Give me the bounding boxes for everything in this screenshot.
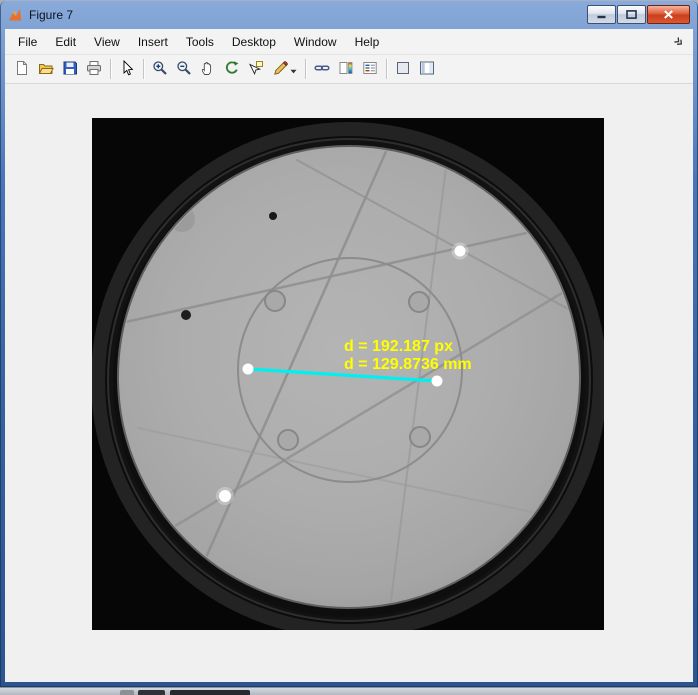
menu-view[interactable]: View [85, 31, 129, 53]
close-button[interactable] [647, 5, 690, 24]
open-folder-icon [38, 60, 54, 79]
ct-image-axes[interactable]: d = 192.187 px d = 129.8736 mm [92, 118, 604, 630]
arrow-cursor-icon [119, 60, 135, 79]
save-icon [62, 60, 78, 79]
save-figure-button[interactable] [58, 58, 82, 81]
toolbar-separator [386, 59, 387, 79]
legend-icon [362, 60, 378, 79]
menu-overflow-chevron-icon[interactable] [672, 34, 686, 48]
dark-marker-dot [181, 310, 191, 320]
minimize-button[interactable] [587, 5, 616, 24]
distance-px-label: d = 192.187 px [344, 338, 453, 355]
printer-icon [86, 60, 102, 79]
menu-bar: File Edit View Insert Tools Desktop Wind… [5, 29, 693, 55]
maximize-button[interactable] [617, 5, 646, 24]
show-plot-tools-button[interactable] [415, 58, 439, 81]
window-title: Figure 7 [29, 8, 73, 22]
measurement-endpoint-right[interactable] [432, 376, 443, 387]
taskbar-item[interactable] [120, 690, 134, 695]
pan-button[interactable] [196, 58, 220, 81]
menu-window[interactable]: Window [285, 31, 346, 53]
window-client-area: File Edit View Insert Tools Desktop Wind… [5, 29, 693, 682]
taskbar-sliver [0, 687, 698, 695]
link-plot-button[interactable] [310, 58, 334, 81]
zoom-in-icon [152, 60, 168, 79]
toolbar [5, 55, 693, 84]
maximize-icon [626, 7, 637, 22]
show-plot-tools-icon [419, 60, 435, 79]
brush-dropdown-caret-icon[interactable] [290, 62, 297, 77]
menu-edit[interactable]: Edit [46, 31, 85, 53]
zoom-out-button[interactable] [172, 58, 196, 81]
taskbar-item[interactable] [138, 690, 165, 695]
menu-help[interactable]: Help [346, 31, 389, 53]
chain-link-icon [314, 60, 330, 79]
open-file-button[interactable] [34, 58, 58, 81]
ct-scan-image[interactable]: d = 192.187 px d = 129.8736 mm [92, 118, 604, 630]
edit-plot-button[interactable] [115, 58, 139, 81]
data-cursor-button[interactable] [244, 58, 268, 81]
new-figure-icon [14, 60, 30, 79]
dark-marker-dot [269, 212, 277, 220]
brush-icon [273, 60, 289, 79]
zoom-in-button[interactable] [148, 58, 172, 81]
hide-plot-tools-button[interactable] [391, 58, 415, 81]
hide-plot-tools-icon [395, 60, 411, 79]
window-controls [587, 5, 690, 24]
minimize-icon [596, 7, 607, 22]
figure-canvas: d = 192.187 px d = 129.8736 mm [5, 84, 693, 682]
hand-icon [200, 60, 216, 79]
close-icon [663, 7, 674, 22]
menu-tools[interactable]: Tools [177, 31, 223, 53]
titlebar[interactable]: Figure 7 [0, 0, 698, 29]
zoom-out-icon [176, 60, 192, 79]
colorbar-icon [338, 60, 354, 79]
toolbar-separator [110, 59, 111, 79]
insert-legend-button[interactable] [358, 58, 382, 81]
menu-insert[interactable]: Insert [129, 31, 177, 53]
desktop: Figure 7 File Edit View Insert Tools [0, 0, 698, 695]
toolbar-separator [143, 59, 144, 79]
menu-file[interactable]: File [9, 31, 46, 53]
rotate-icon [224, 60, 240, 79]
menu-desktop[interactable]: Desktop [223, 31, 285, 53]
toolbar-separator [305, 59, 306, 79]
matlab-app-icon [7, 7, 23, 23]
data-cursor-icon [248, 60, 264, 79]
rotate-3d-button[interactable] [220, 58, 244, 81]
figure-window: Figure 7 File Edit View Insert Tools [0, 0, 698, 687]
brush-data-button[interactable] [268, 58, 301, 81]
insert-colorbar-button[interactable] [334, 58, 358, 81]
new-figure-button[interactable] [10, 58, 34, 81]
taskbar-item[interactable] [170, 690, 250, 695]
measurement-endpoint-left[interactable] [243, 364, 254, 375]
distance-mm-label: d = 129.8736 mm [344, 356, 472, 373]
print-figure-button[interactable] [82, 58, 106, 81]
